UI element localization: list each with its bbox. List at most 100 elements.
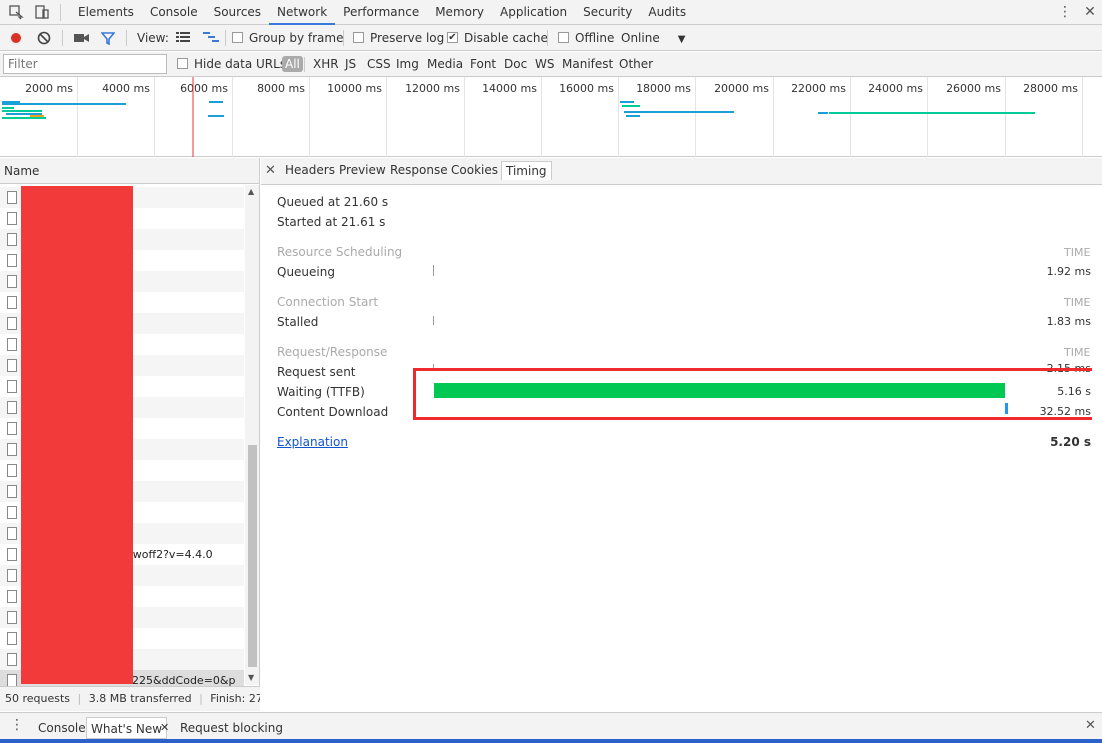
drawer-menu-icon[interactable]: ⋮ xyxy=(10,717,24,733)
file-icon xyxy=(7,380,17,393)
file-icon xyxy=(7,296,17,309)
filter-type-media[interactable]: Media xyxy=(427,57,463,71)
file-icon xyxy=(7,254,17,267)
file-icon xyxy=(7,317,17,330)
inspect-element-icon[interactable] xyxy=(8,4,24,20)
time-column-label: TIME xyxy=(1064,346,1091,359)
file-icon xyxy=(7,611,17,624)
request-list-scrollbar[interactable]: ▲ ▼ xyxy=(245,185,259,685)
network-overview[interactable]: 2000 ms 4000 ms 6000 ms 8000 ms 10000 ms 1200… xyxy=(0,77,1102,157)
preserve-log-checkbox[interactable]: Preserve log xyxy=(353,31,444,45)
filter-type-all[interactable]: All xyxy=(282,56,303,72)
waterfall-overview-icon[interactable] xyxy=(203,31,220,47)
section-request-response: Request/Response xyxy=(277,345,388,359)
highlight-annotation xyxy=(413,368,1095,420)
scrollbar-thumb[interactable] xyxy=(248,445,257,667)
explanation-link[interactable]: Explanation xyxy=(277,435,348,449)
disable-cache-label: Disable cache xyxy=(464,31,548,45)
section-resource-scheduling: Resource Scheduling xyxy=(277,245,403,259)
close-drawer-icon[interactable]: ✕ xyxy=(1085,718,1096,733)
detail-tab-cookies[interactable]: Cookies xyxy=(451,163,498,177)
overview-bars xyxy=(2,77,1035,157)
waiting-ttfb-label: Waiting (TTFB) xyxy=(277,385,365,399)
disable-cache-checkbox[interactable]: ✔ Disable cache xyxy=(447,31,548,45)
clear-icon[interactable] xyxy=(37,31,51,48)
detail-tab-preview[interactable]: Preview xyxy=(339,163,386,177)
file-icon xyxy=(7,506,17,519)
filter-type-css[interactable]: CSS xyxy=(367,57,391,71)
time-column-label: TIME xyxy=(1064,246,1091,259)
request-detail-tabs: ✕ Headers Preview Response Cookies Timing xyxy=(261,158,1102,185)
tab-sources[interactable]: Sources xyxy=(206,0,269,25)
time-column-label: TIME xyxy=(1064,296,1091,309)
drawer-tab-console[interactable]: Console xyxy=(38,717,86,739)
record-button[interactable] xyxy=(9,31,23,45)
throttling-select[interactable]: Online ▼ xyxy=(621,31,685,45)
file-icon xyxy=(7,590,17,603)
file-icon xyxy=(7,233,17,246)
queueing-bar xyxy=(433,265,434,276)
device-toolbar-icon[interactable] xyxy=(34,4,50,20)
file-icon xyxy=(7,527,17,540)
file-icon xyxy=(7,443,17,456)
filter-input[interactable] xyxy=(3,54,167,74)
tab-audits[interactable]: Audits xyxy=(640,0,694,25)
network-toolbar: View: Group by frame Preserve log ✔ Disab… xyxy=(0,25,1102,51)
close-whats-new-icon[interactable]: ✕ xyxy=(160,717,169,739)
tab-elements[interactable]: Elements xyxy=(70,0,142,25)
close-devtools-icon[interactable]: ✕ xyxy=(1082,4,1098,20)
large-rows-icon[interactable] xyxy=(176,31,191,47)
group-by-frame-checkbox[interactable]: Group by frame xyxy=(232,31,343,45)
file-icon xyxy=(7,464,17,477)
offline-checkbox[interactable]: Offline xyxy=(558,31,614,45)
filter-type-font[interactable]: Font xyxy=(470,57,496,71)
capture-screenshots-icon[interactable] xyxy=(74,32,90,47)
detail-tab-response[interactable]: Response xyxy=(390,163,448,177)
detail-tab-timing[interactable]: Timing xyxy=(501,161,552,180)
file-icon xyxy=(7,191,17,204)
file-icon xyxy=(7,359,17,372)
filter-type-xhr[interactable]: XHR xyxy=(313,57,339,71)
file-icon xyxy=(7,401,17,414)
hide-data-urls-label: Hide data URLs xyxy=(194,57,287,71)
file-icon xyxy=(7,275,17,288)
tab-security[interactable]: Security xyxy=(575,0,640,25)
filter-type-ws[interactable]: WS xyxy=(535,57,554,71)
filter-type-other[interactable]: Other xyxy=(619,57,653,71)
drawer-tab-what-s-new[interactable]: What's New xyxy=(86,717,168,739)
tab-memory[interactable]: Memory xyxy=(427,0,492,25)
name-column-header[interactable]: Name xyxy=(0,158,259,184)
file-icon xyxy=(7,653,17,666)
filter-type-img[interactable]: Img xyxy=(396,57,419,71)
hide-data-urls-checkbox[interactable]: Hide data URLs xyxy=(177,57,286,71)
network-summary: 50 requests | 3.8 MB transferred | Finis… xyxy=(0,686,260,711)
total-time: 5.20 s xyxy=(1050,435,1091,449)
close-detail-icon[interactable]: ✕ xyxy=(265,163,276,178)
drawer-tab-request-blocking[interactable]: Request blocking xyxy=(180,717,283,739)
queued-at: Queued at 21.60 s xyxy=(277,195,389,209)
group-by-frame-label: Group by frame xyxy=(249,31,344,45)
scroll-down-icon[interactable]: ▼ xyxy=(248,673,254,682)
request-sent-label: Request sent xyxy=(277,365,356,379)
tab-network[interactable]: Network xyxy=(269,0,336,25)
tab-console[interactable]: Console xyxy=(142,0,206,25)
tab-application[interactable]: Application xyxy=(492,0,575,25)
filter-type-doc[interactable]: Doc xyxy=(504,57,527,71)
stalled-bar xyxy=(433,316,434,325)
more-options-icon[interactable]: ⋮ xyxy=(1057,4,1073,20)
started-at: Started at 21.61 s xyxy=(277,215,386,229)
dropdown-arrow-icon: ▼ xyxy=(677,34,686,45)
file-icon xyxy=(7,632,17,645)
queueing-value: 1.92 ms xyxy=(1046,265,1091,278)
transferred-size: 3.8 MB transferred xyxy=(88,692,192,705)
redaction-overlay xyxy=(21,186,133,684)
filter-icon[interactable] xyxy=(100,31,116,48)
detail-tab-headers[interactable]: Headers xyxy=(285,163,335,177)
scroll-up-icon[interactable]: ▲ xyxy=(248,187,254,196)
queueing-label: Queueing xyxy=(277,265,335,279)
file-icon xyxy=(7,548,17,561)
filter-type-js[interactable]: JS xyxy=(345,57,356,71)
offline-label: Offline xyxy=(575,31,615,45)
tab-performance[interactable]: Performance xyxy=(335,0,427,25)
filter-type-manifest[interactable]: Manifest xyxy=(562,57,613,71)
